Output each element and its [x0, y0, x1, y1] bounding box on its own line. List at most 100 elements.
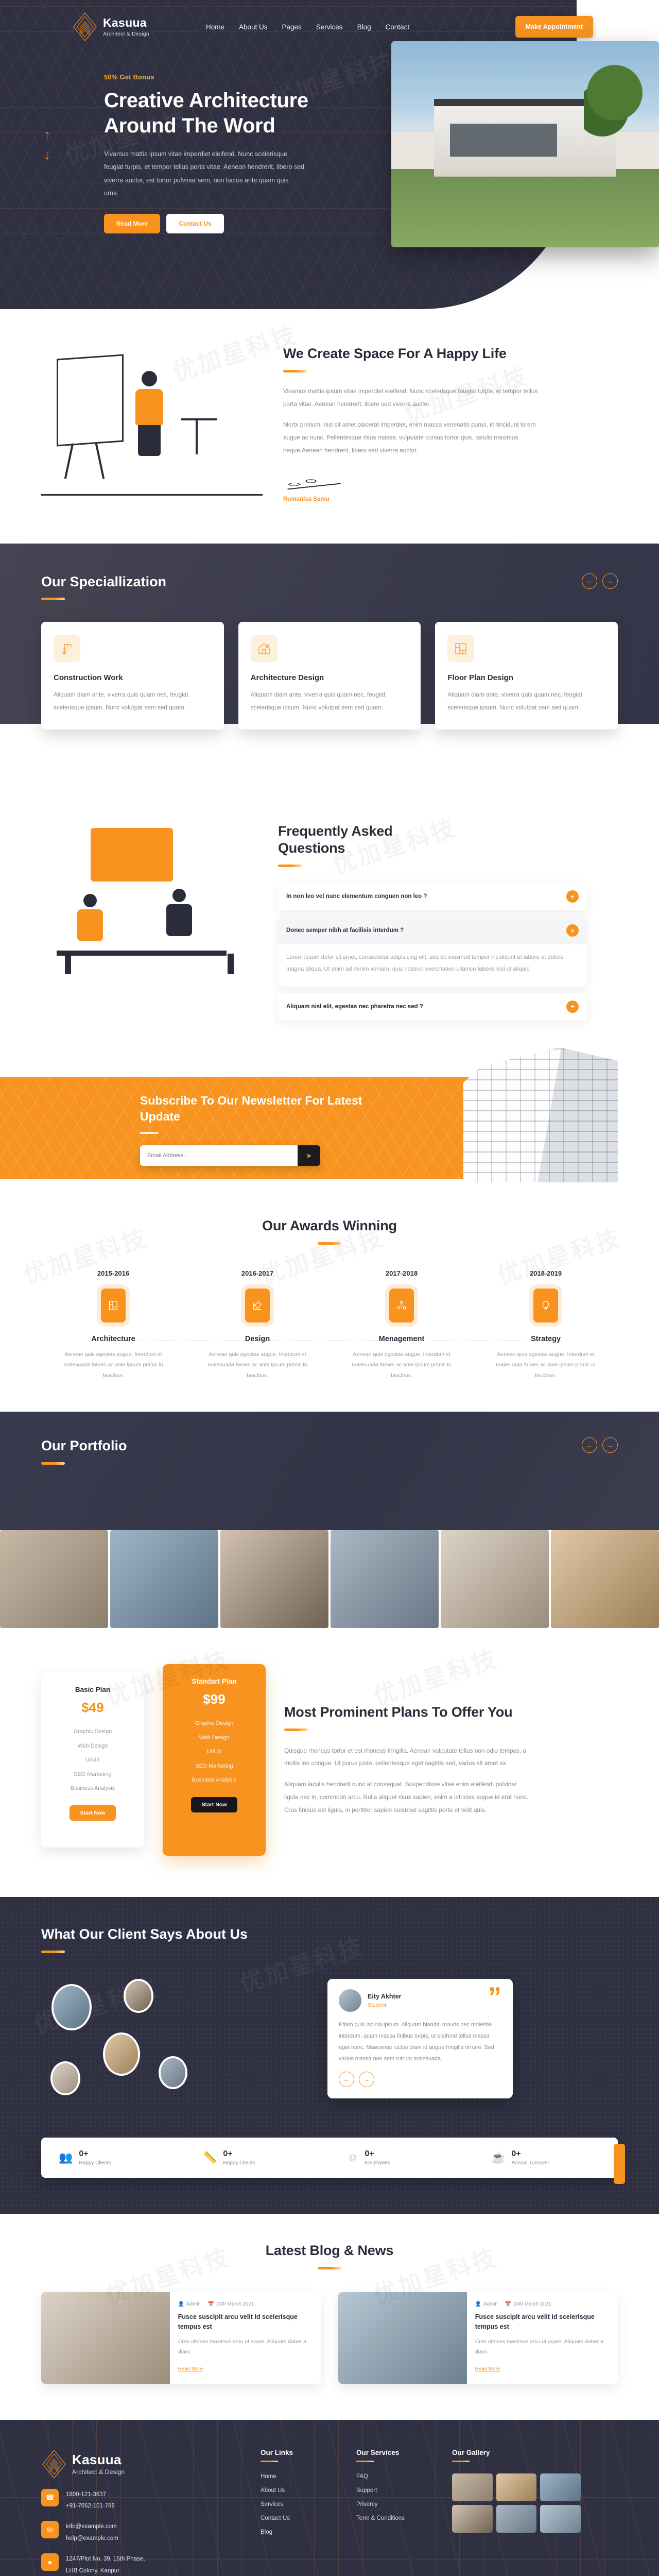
portfolio-item[interactable]: [0, 1530, 108, 1629]
pricing-paragraph-2: Aliquam iaculis hendrerit nunc at conseq…: [284, 1781, 529, 1814]
blog-read-more-link[interactable]: Read More: [178, 2366, 203, 2372]
faq-item[interactable]: In non leo vel nunc elementum conguen no…: [278, 883, 587, 911]
blog-divider: [318, 2266, 341, 2269]
specialization-card[interactable]: Construction Work Aliquam diam ante, viv…: [41, 622, 224, 730]
blog-card[interactable]: 👤 Admin 📅 24th March 2021 Fusce suscipit a…: [338, 2292, 618, 2384]
faq-illustration: [41, 823, 257, 977]
specialization-card[interactable]: Architecture Design Aliquam diam ante, v…: [238, 622, 421, 730]
testimonial-prev-button[interactable]: ←: [339, 2072, 354, 2088]
portfolio-next-button[interactable]: →: [602, 1437, 618, 1453]
footer-link-contact-us[interactable]: Contact Us: [261, 2515, 343, 2521]
pricing-paragraph-1: Quisque rhoncus tortor et est rhoncus fr…: [284, 1747, 527, 1767]
testimonial-author-name: Eity Akhter: [368, 1992, 402, 2000]
nav-item-pages[interactable]: Pages: [282, 23, 302, 31]
plan-start-now-button[interactable]: Start Now: [70, 1805, 116, 1821]
faq-item[interactable]: Donec semper nibh at facilisis interdum …: [278, 917, 587, 987]
plan-name: Basic Plan: [75, 1686, 111, 1694]
avatar[interactable]: [124, 1978, 153, 2013]
portfolio-item[interactable]: [220, 1530, 328, 1629]
specialization-next-button[interactable]: →: [602, 573, 618, 589]
footer-link-privercy[interactable]: Privercy: [356, 2501, 439, 2507]
blog-section: 优加星科技 优加星科技 Latest Blog & News 👤Admin 📅2…: [0, 2213, 659, 2420]
award-text: Aenean quis egestas augue. Interdum et m…: [63, 1351, 163, 1379]
blog-card[interactable]: 👤 Admin 📅 24th March 2021 Fusce suscipit a…: [41, 2292, 321, 2384]
footer-services-column: Our Services FAQ Support Privercy Term &…: [356, 2449, 439, 2576]
gallery-thumb[interactable]: [496, 2473, 537, 2502]
footer-link-terms[interactable]: Term & Conditions: [356, 2515, 439, 2521]
faq-item[interactable]: Aliquam nisl elit, egestas nec pharetra …: [278, 992, 587, 1021]
calendar-icon: 📅: [207, 2301, 214, 2307]
counter-label: Annual Turnover: [511, 2160, 549, 2166]
counter-item: ☺ 0+ Employees: [330, 2149, 474, 2166]
newsletter-submit-button[interactable]: ➤: [298, 1145, 320, 1166]
newsletter-email-input[interactable]: [140, 1145, 298, 1166]
plan-name: Standart Plan: [192, 1677, 237, 1686]
specialization-prev-button[interactable]: ←: [582, 573, 597, 589]
footer-link-about-us[interactable]: About Us: [261, 2487, 343, 2494]
nav-item-about-us[interactable]: About Us: [239, 23, 268, 31]
specialization-card[interactable]: Floor Plan Design Aliquam diam ante, viv…: [435, 622, 618, 730]
testimonial-avatar-cluster: [41, 1978, 309, 2113]
footer-link-support[interactable]: Support: [356, 2487, 439, 2494]
blog-card-excerpt: Cras ultrices maximus arcu ut aqam. Aliq…: [178, 2338, 306, 2355]
footer-link-home[interactable]: Home: [261, 2473, 343, 2480]
pricing-plan-standard: Standart Plan $99 Graphic Design Web Des…: [163, 1664, 266, 1856]
award-name: Architecture: [91, 1334, 135, 1343]
counter-item: 👥 0+ Happy Clients: [41, 2149, 185, 2166]
award-year: 2017-2018: [385, 1269, 418, 1277]
awards-divider: [318, 1242, 341, 1245]
faq-question: In non leo vel nunc elementum conguen no…: [286, 893, 427, 900]
signature-icon: [283, 471, 345, 493]
counter-label: Employees: [365, 2160, 390, 2166]
portfolio-item[interactable]: [110, 1530, 218, 1629]
avatar[interactable]: [50, 2061, 80, 2095]
nav-item-contact[interactable]: Contact: [386, 23, 410, 31]
site-footer: Kasuua Architect & Design ☎ 1800-121-363…: [0, 2419, 659, 2576]
portfolio-prev-button[interactable]: ←: [582, 1437, 597, 1453]
plus-icon[interactable]: +: [566, 1000, 579, 1013]
award-item: 2018-2019 Strategy Aenean quis egestas a…: [474, 1269, 618, 1381]
blueprint-icon: [101, 1288, 126, 1323]
footer-link-faq[interactable]: FAQ: [356, 2473, 439, 2480]
portfolio-item[interactable]: [331, 1530, 439, 1629]
gallery-thumb[interactable]: [540, 2473, 581, 2502]
nav-item-blog[interactable]: Blog: [357, 23, 371, 31]
award-item: 2016-2017 Design Aenean quis egestas aug…: [185, 1269, 330, 1381]
footer-link-blog[interactable]: Blog: [261, 2529, 343, 2535]
blog-read-more-link[interactable]: Read More: [475, 2366, 500, 2372]
hero-read-more-button[interactable]: Read More: [104, 214, 161, 234]
close-icon[interactable]: ×: [566, 924, 579, 937]
award-item: 2017-2018 Menagement Aenean quis egestas…: [330, 1269, 474, 1381]
gallery-thumb[interactable]: [452, 2473, 493, 2502]
nav-item-home[interactable]: Home: [206, 23, 224, 31]
avatar[interactable]: [159, 2056, 187, 2089]
make-appointment-button[interactable]: Make Appointment: [515, 16, 593, 38]
specialization-card-title: Floor Plan Design: [447, 673, 513, 683]
testimonial-text: Etiam quis lacinia ipsum. Aliquam blandi…: [339, 2021, 494, 2062]
portfolio-item[interactable]: [441, 1530, 549, 1629]
award-item: 2015-2016 Architecture Aenean quis egest…: [41, 1269, 185, 1381]
testimonial-next-button[interactable]: →: [359, 2072, 374, 2088]
avatar[interactable]: [103, 2032, 140, 2076]
gallery-thumb[interactable]: [540, 2505, 581, 2533]
site-logo[interactable]: Kasuua Architect & Design: [72, 11, 149, 42]
portfolio-item[interactable]: [551, 1530, 659, 1629]
footer-logo[interactable]: Kasuua Architect & Design: [41, 2449, 247, 2480]
newsletter-building-image: [463, 1047, 618, 1182]
counter-item: ☕ 0+ Annual Turnover: [474, 2149, 618, 2166]
gallery-thumb[interactable]: [496, 2505, 537, 2533]
hero-paragraph: Vivamus mattis ipsum vitae imperdiet ele…: [104, 150, 305, 197]
avatar[interactable]: [51, 1984, 92, 2030]
gallery-thumb[interactable]: [452, 2505, 493, 2533]
nav-item-services[interactable]: Services: [316, 23, 343, 31]
footer-link-services[interactable]: Services: [261, 2501, 343, 2507]
footer-address-block: ● 1247/Plot No. 39, 15th Phase, LHB Colo…: [41, 2553, 247, 2576]
hero-contact-us-button[interactable]: Contact Us: [166, 214, 224, 234]
plus-icon[interactable]: +: [566, 890, 579, 903]
plan-feature: Business Analysis: [70, 1785, 115, 1792]
plan-start-now-button[interactable]: Start Now: [191, 1797, 237, 1812]
award-name: Strategy: [530, 1334, 561, 1343]
specialization-card-text: Aliquam diam ante, viverra quis quam nec…: [54, 691, 188, 711]
about-illustration: [41, 346, 263, 501]
footer-services-divider: [356, 2460, 374, 2463]
